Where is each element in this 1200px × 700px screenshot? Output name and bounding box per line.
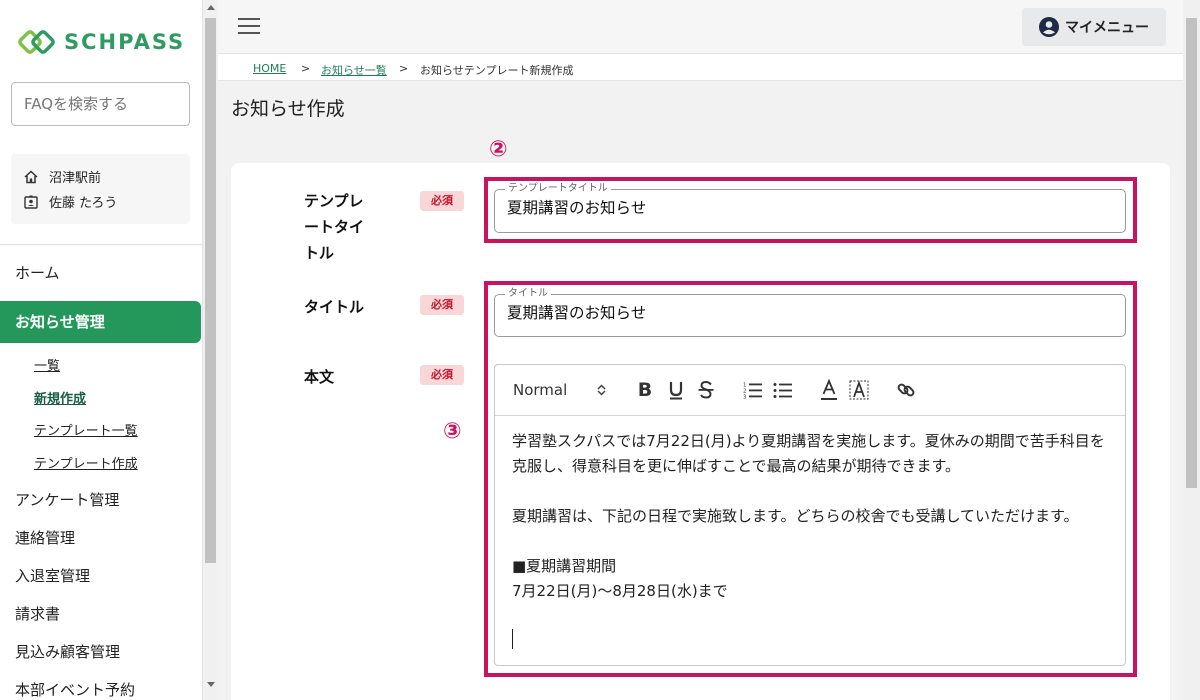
logo-text: SCHPASS — [64, 30, 186, 54]
my-menu-label: マイメニュー — [1065, 20, 1149, 36]
editor-content[interactable]: 学習塾スクパスでは7月22日(月)より夏期講習を実施します。夏休みの期間で苦手科… — [512, 429, 1107, 604]
user-name: 佐藤 たろう — [49, 196, 118, 211]
home-icon — [24, 169, 38, 183]
template-title-input[interactable] — [507, 198, 1107, 216]
template-title-label: テンプレ ートタイ トル — [304, 188, 364, 266]
title-label: タイトル — [304, 298, 365, 316]
school-name: 沼津駅前 — [49, 171, 102, 186]
user-info-box: 沼津駅前 佐藤 たろう — [11, 154, 190, 224]
breadcrumb: HOME > お知らせ一覧 > お知らせテンプレート新規作成 — [218, 54, 1183, 81]
page-title: お知らせ作成 — [231, 98, 345, 120]
annotation-marker-3: ③ — [443, 419, 462, 444]
strike-icon[interactable] — [695, 378, 717, 402]
title-legend: タイトル — [505, 287, 551, 301]
select-arrows-icon — [597, 384, 606, 396]
sidebar-subitem-template-create[interactable]: テンプレート作成 — [0, 449, 202, 482]
sidebar-scroll-thumb[interactable] — [205, 18, 216, 563]
template-title-label-line: テンプレ — [304, 192, 364, 210]
scroll-down-icon[interactable] — [207, 682, 215, 687]
ordered-list-icon[interactable]: 123 — [742, 378, 764, 402]
bullet-list-icon[interactable] — [772, 378, 794, 402]
text-caret — [512, 629, 513, 649]
sidebar-item-home[interactable]: ホーム — [0, 254, 202, 292]
sidebar-item-events[interactable]: 本部イベント予約 — [0, 671, 202, 700]
bold-icon[interactable]: B — [634, 378, 656, 402]
editor-paragraph: 夏期講習は、下記の日程で実施致します。どちらの校舎でも受講していただけます。 — [512, 507, 1079, 525]
background-color-icon[interactable] — [848, 378, 870, 402]
sidebar-subitem-list[interactable]: 一覧 — [0, 351, 202, 384]
template-title-label-line: トル — [304, 244, 335, 262]
hamburger-icon[interactable] — [238, 18, 260, 34]
title-field[interactable]: タイトル — [494, 287, 1126, 337]
editor-toolbar: Normal B 123 — [495, 365, 1125, 416]
sidebar-subitem-new[interactable]: 新規作成 — [0, 384, 202, 417]
editor-paragraph — [512, 479, 1107, 504]
required-badge: 必須 — [420, 365, 464, 385]
format-select[interactable]: Normal — [513, 378, 608, 402]
sidebar: SCHPASS 沼津駅前 佐藤 たろう ホーム お知らせ管理 一覧 新規作成 テ… — [0, 0, 202, 700]
underline-icon[interactable] — [665, 378, 687, 402]
annotation-marker-2: ② — [489, 137, 508, 162]
sidebar-item-attendance[interactable]: 入退室管理 — [0, 557, 202, 595]
breadcrumb-sep: > — [301, 62, 311, 75]
breadcrumb-current: お知らせテンプレート新規作成 — [420, 64, 574, 77]
template-title-field[interactable]: テンプレートタイトル — [494, 182, 1126, 233]
user-badge-icon — [24, 195, 38, 209]
logo[interactable]: SCHPASS — [18, 28, 185, 56]
top-header: マイメニュー — [218, 0, 1183, 54]
title-input[interactable] — [507, 303, 1107, 321]
breadcrumb-sep: > — [399, 62, 409, 75]
editor-paragraph: 学習塾スクパスでは7月22日(月)より夏期講習を実施します。夏休みの期間で苦手科… — [512, 432, 1105, 475]
sidebar-item-prospects[interactable]: 見込み顧客管理 — [0, 633, 202, 671]
editor-paragraph: 7月22日(月)〜8月28日(水)まで — [512, 582, 728, 600]
faq-search-input[interactable] — [11, 82, 190, 126]
account-circle-icon — [1039, 17, 1059, 37]
sidebar-nav: ホーム お知らせ管理 一覧 新規作成 テンプレート一覧 テンプレート作成 アンケ… — [0, 254, 202, 700]
sidebar-subitem-template-list[interactable]: テンプレート一覧 — [0, 416, 202, 449]
logo-mark-icon — [18, 28, 58, 56]
format-select-value: Normal — [513, 381, 568, 399]
body-label: 本文 — [304, 368, 335, 386]
breadcrumb-notice-list[interactable]: お知らせ一覧 — [321, 62, 387, 78]
link-icon[interactable] — [895, 378, 917, 402]
sidebar-scrollbar[interactable] — [202, 0, 217, 700]
sidebar-item-notices[interactable]: お知らせ管理 — [0, 301, 201, 343]
scroll-up-icon[interactable] — [207, 5, 215, 10]
rich-text-editor[interactable]: Normal B 123 学習塾スクパスでは7月22日(月)より夏期講習を実施し… — [494, 364, 1126, 666]
svg-text:3: 3 — [743, 395, 747, 400]
font-color-icon[interactable] — [818, 378, 840, 402]
template-title-legend: テンプレートタイトル — [505, 182, 611, 196]
sidebar-item-survey[interactable]: アンケート管理 — [0, 481, 202, 519]
editor-paragraph — [512, 529, 1107, 554]
sidebar-item-invoice[interactable]: 請求書 — [0, 595, 202, 633]
required-badge: 必須 — [420, 295, 464, 315]
sidebar-item-contact[interactable]: 連絡管理 — [0, 519, 202, 557]
breadcrumb-home[interactable]: HOME — [253, 62, 286, 75]
editor-paragraph: ■夏期講習期間 — [512, 557, 617, 575]
school-row: 沼津駅前 — [23, 164, 190, 189]
sidebar-divider — [0, 244, 202, 245]
user-row: 佐藤 たろう — [23, 189, 190, 214]
my-menu-button[interactable]: マイメニュー — [1022, 8, 1166, 46]
required-badge: 必須 — [420, 191, 464, 211]
page-scrollbar[interactable] — [1183, 0, 1200, 700]
template-title-label-line: ートタイ — [304, 218, 365, 236]
page-scroll-thumb[interactable] — [1186, 18, 1197, 488]
